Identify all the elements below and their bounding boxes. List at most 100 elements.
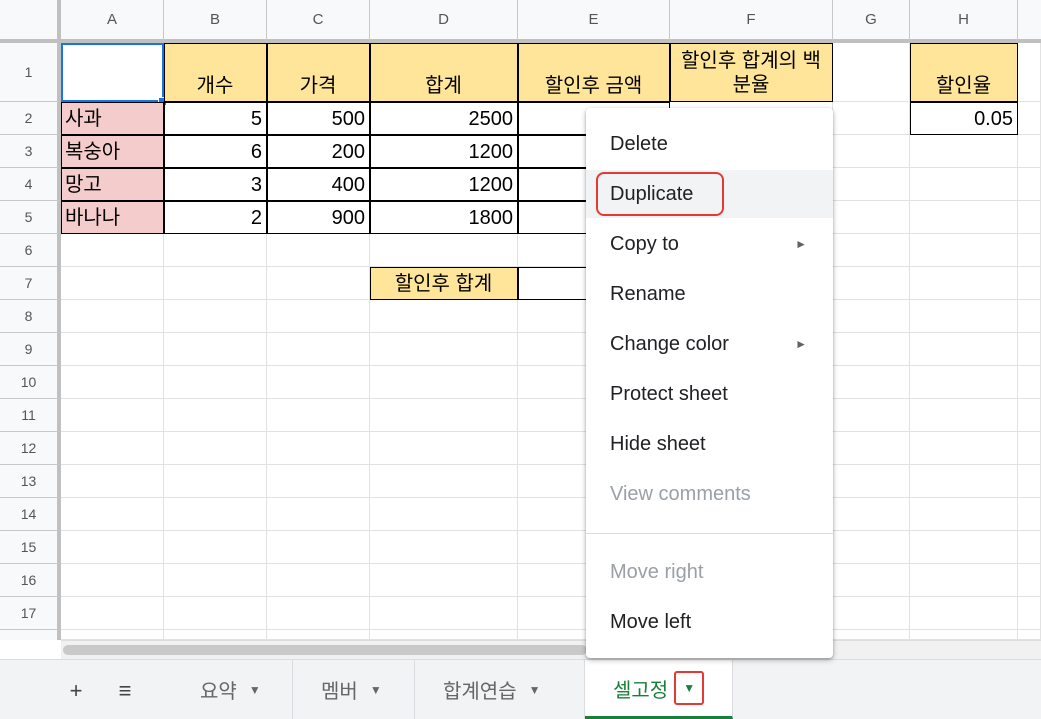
grid-cell[interactable] bbox=[164, 531, 267, 564]
grid-cell[interactable] bbox=[267, 234, 370, 267]
cell-b1[interactable]: 개수 bbox=[164, 43, 267, 102]
cell-d3[interactable]: 1200 bbox=[370, 135, 518, 168]
grid-cell[interactable] bbox=[370, 564, 518, 597]
menu-item-duplicate[interactable]: Duplicate bbox=[586, 170, 833, 218]
grid-cell[interactable] bbox=[910, 432, 1018, 465]
grid-cell[interactable] bbox=[370, 498, 518, 531]
grid-cell[interactable] bbox=[267, 366, 370, 399]
grid-cell[interactable] bbox=[910, 168, 1018, 201]
row-header-1[interactable]: 1 bbox=[0, 43, 61, 102]
grid-cell[interactable] bbox=[61, 300, 164, 333]
row-header-11[interactable]: 11 bbox=[0, 399, 61, 432]
grid-cell[interactable] bbox=[370, 399, 518, 432]
grid-cell[interactable] bbox=[267, 531, 370, 564]
horizontal-scrollbar[interactable] bbox=[61, 640, 1041, 659]
cell-b5[interactable]: 2 bbox=[164, 201, 267, 234]
grid-cell[interactable] bbox=[370, 630, 518, 640]
grid-cell[interactable] bbox=[910, 564, 1018, 597]
horizontal-scroll-thumb[interactable] bbox=[63, 645, 587, 655]
grid-cell[interactable] bbox=[1018, 630, 1041, 640]
grid-cell[interactable] bbox=[1018, 597, 1041, 630]
grid-cell[interactable] bbox=[370, 432, 518, 465]
grid-cell[interactable] bbox=[370, 465, 518, 498]
grid-cell[interactable] bbox=[61, 597, 164, 630]
grid-cell[interactable] bbox=[164, 630, 267, 640]
grid-cell[interactable] bbox=[267, 498, 370, 531]
grid-cell[interactable] bbox=[1018, 564, 1041, 597]
grid-cell[interactable] bbox=[1018, 333, 1041, 366]
column-header-a[interactable]: A bbox=[61, 0, 164, 43]
grid-cell[interactable] bbox=[910, 597, 1018, 630]
grid-cell[interactable] bbox=[164, 300, 267, 333]
column-header-h[interactable]: H bbox=[910, 0, 1018, 43]
grid-cell[interactable] bbox=[910, 333, 1018, 366]
grid-cell[interactable] bbox=[1018, 135, 1041, 168]
grid-cell[interactable] bbox=[61, 630, 164, 640]
grid-cell[interactable] bbox=[833, 267, 910, 300]
column-header-g[interactable]: G bbox=[833, 0, 910, 43]
cell-b2[interactable]: 5 bbox=[164, 102, 267, 135]
grid-cell[interactable] bbox=[833, 366, 910, 399]
column-header-b[interactable]: B bbox=[164, 0, 267, 43]
grid-cell[interactable] bbox=[910, 366, 1018, 399]
row-header-13[interactable]: 13 bbox=[0, 465, 61, 498]
tab-dropdown-icon[interactable]: ▼ bbox=[249, 683, 261, 697]
grid-cell[interactable] bbox=[910, 201, 1018, 234]
cell-d4[interactable]: 1200 bbox=[370, 168, 518, 201]
grid-cell[interactable] bbox=[833, 498, 910, 531]
cell-e1[interactable]: 할인후 금액 bbox=[518, 43, 670, 102]
cell-c1[interactable]: 가격 bbox=[267, 43, 370, 102]
cell-d1[interactable]: 합계 bbox=[370, 43, 518, 102]
row-header-17[interactable]: 17 bbox=[0, 597, 61, 630]
grid-cell[interactable] bbox=[910, 630, 1018, 640]
grid-cell[interactable] bbox=[61, 531, 164, 564]
grid-cell[interactable] bbox=[61, 366, 164, 399]
cell-h1[interactable]: 할인율 bbox=[910, 43, 1018, 102]
sheet-tab-freeze-active[interactable]: 셀고정 ▼ bbox=[585, 660, 733, 719]
grid-cell[interactable] bbox=[833, 102, 910, 135]
row-header-7[interactable]: 7 bbox=[0, 267, 61, 300]
grid-cell[interactable] bbox=[1018, 102, 1041, 135]
grid-cell[interactable] bbox=[833, 135, 910, 168]
grid-cell[interactable] bbox=[267, 267, 370, 300]
cell-a1-selected[interactable] bbox=[61, 43, 164, 102]
grid-cell[interactable] bbox=[910, 234, 1018, 267]
grid-cell[interactable] bbox=[267, 432, 370, 465]
grid-cell[interactable] bbox=[833, 432, 910, 465]
cell-a5[interactable]: 바나나 bbox=[61, 201, 164, 234]
row-header-4[interactable]: 4 bbox=[0, 168, 61, 201]
grid-cell[interactable] bbox=[370, 333, 518, 366]
column-header-c[interactable]: C bbox=[267, 0, 370, 43]
menu-item-move-left[interactable]: Move left bbox=[586, 598, 833, 646]
grid-cell[interactable] bbox=[164, 465, 267, 498]
grid-cell[interactable] bbox=[833, 399, 910, 432]
grid-cell[interactable] bbox=[164, 597, 267, 630]
grid-cell[interactable] bbox=[164, 564, 267, 597]
grid-cell[interactable] bbox=[1018, 234, 1041, 267]
cell-f1[interactable]: 할인후 합계의 백분율 bbox=[670, 43, 833, 102]
grid-cell[interactable] bbox=[1018, 168, 1041, 201]
menu-item-delete[interactable]: Delete bbox=[586, 120, 833, 168]
grid-cell[interactable] bbox=[910, 498, 1018, 531]
grid-cell[interactable] bbox=[164, 399, 267, 432]
grid-cell[interactable] bbox=[1018, 300, 1041, 333]
grid-cell[interactable] bbox=[164, 366, 267, 399]
grid-cell[interactable] bbox=[267, 333, 370, 366]
grid-cell[interactable] bbox=[1018, 399, 1041, 432]
row-header-14[interactable]: 14 bbox=[0, 498, 61, 531]
grid-cell[interactable] bbox=[370, 531, 518, 564]
cell-a4[interactable]: 망고 bbox=[61, 168, 164, 201]
tab-dropdown-icon[interactable]: ▼ bbox=[370, 683, 382, 697]
tab-dropdown-icon-highlighted[interactable]: ▼ bbox=[674, 671, 705, 705]
grid-cell[interactable] bbox=[267, 564, 370, 597]
sheet-tab-summary[interactable]: 요약 ▼ bbox=[172, 660, 293, 719]
grid-cell[interactable] bbox=[1018, 498, 1041, 531]
row-header-6[interactable]: 6 bbox=[0, 234, 61, 267]
grid-cell[interactable] bbox=[1018, 531, 1041, 564]
grid-cell[interactable] bbox=[267, 630, 370, 640]
row-header-15[interactable]: 15 bbox=[0, 531, 61, 564]
row-header-8[interactable]: 8 bbox=[0, 300, 61, 333]
grid-cell[interactable] bbox=[164, 234, 267, 267]
cell-b4[interactable]: 3 bbox=[164, 168, 267, 201]
menu-item-protect-sheet[interactable]: Protect sheet bbox=[586, 370, 833, 418]
